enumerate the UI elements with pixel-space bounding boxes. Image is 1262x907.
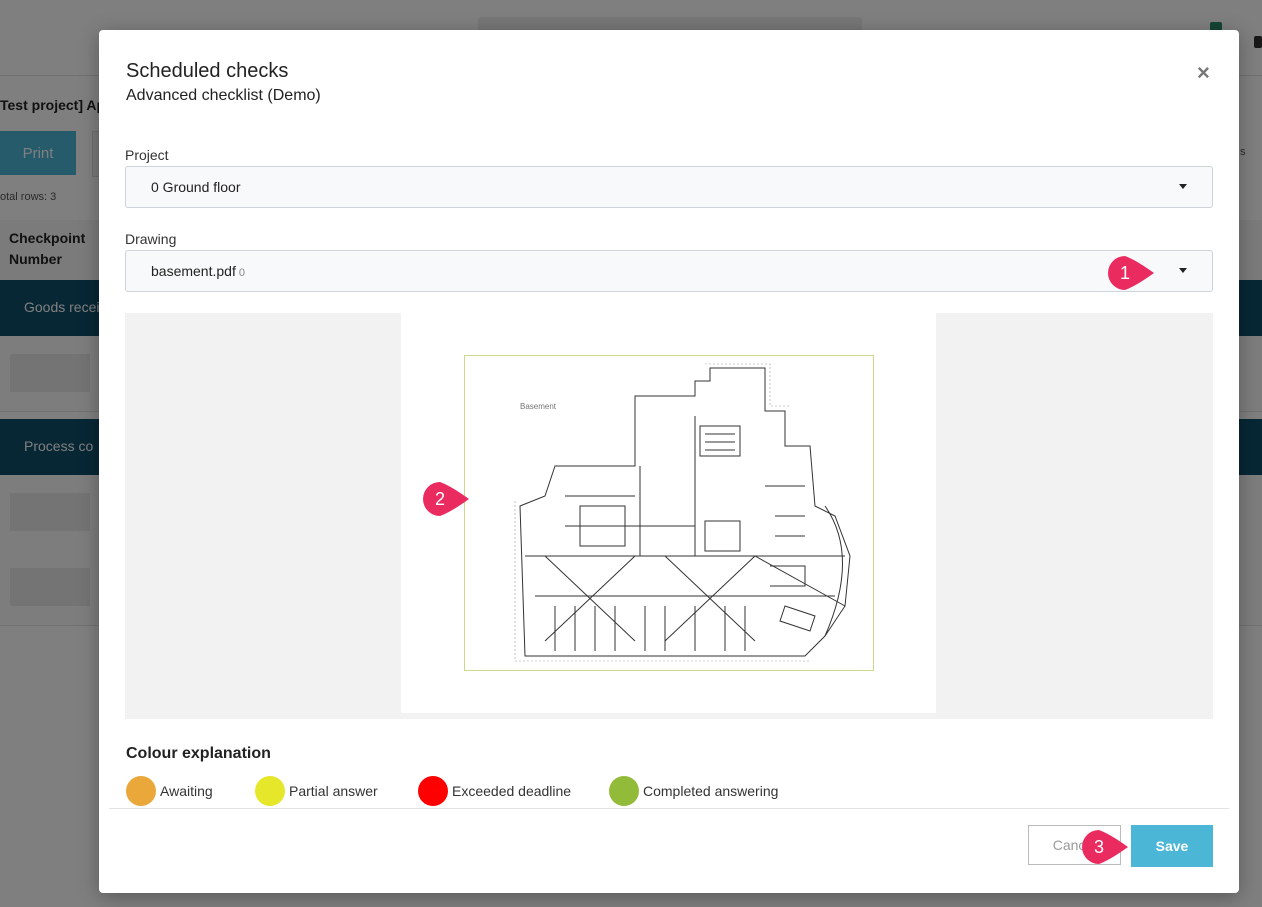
save-button[interactable]: Save	[1131, 825, 1213, 867]
annotation-badge-2: 2	[423, 482, 469, 516]
project-value: 0 Ground floor	[151, 179, 241, 195]
colour-explanation-title: Colour explanation	[126, 745, 271, 762]
project-select[interactable]: 0 Ground floor	[125, 166, 1213, 208]
partial-answer-color-dot	[255, 776, 285, 806]
chevron-down-icon	[1179, 184, 1187, 189]
awaiting-color-dot	[126, 776, 156, 806]
annotation-badge-1: 1	[1108, 256, 1154, 290]
floor-plan-drawing	[514, 363, 851, 662]
legend-label: Partial answer	[289, 783, 378, 799]
legend-completed-answering: Completed answering	[609, 776, 778, 806]
exceeded-deadline-color-dot	[418, 776, 448, 806]
legend-awaiting: Awaiting	[126, 776, 213, 806]
legend-exceeded-deadline: Exceeded deadline	[418, 776, 571, 806]
scheduled-checks-modal: Scheduled checks Advanced checklist (Dem…	[99, 30, 1239, 893]
completed-answering-color-dot	[609, 776, 639, 806]
annotation-badge-3: 3	[1082, 830, 1128, 864]
modal-title: Scheduled checks	[126, 60, 289, 82]
drawing-value: basement.pdf 0	[151, 263, 245, 279]
legend-partial-answer: Partial answer	[255, 776, 378, 806]
footer-divider	[109, 808, 1229, 809]
project-label: Project	[125, 147, 169, 163]
drawing-preview: Basement	[125, 313, 1213, 719]
drawing-count: 0	[238, 267, 245, 279]
drawing-select[interactable]: basement.pdf 0	[125, 250, 1213, 292]
legend-label: Completed answering	[643, 783, 779, 799]
floor-plan[interactable]: Basement	[464, 355, 874, 671]
drawing-sheet[interactable]: Basement	[401, 313, 936, 713]
chevron-down-icon	[1179, 268, 1187, 273]
modal-subtitle: Advanced checklist (Demo)	[126, 87, 321, 104]
close-icon[interactable]: ×	[1197, 60, 1210, 86]
legend-label: Awaiting	[160, 783, 213, 799]
drawing-label: Drawing	[125, 231, 177, 247]
legend-label: Exceeded deadline	[452, 783, 572, 799]
